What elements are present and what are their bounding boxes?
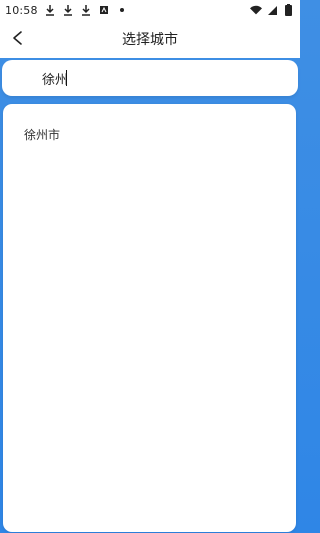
download-icon xyxy=(80,4,92,16)
search-bar[interactable] xyxy=(2,60,298,96)
status-right xyxy=(250,4,294,16)
search-input[interactable] xyxy=(40,66,274,90)
battery-icon xyxy=(282,4,294,16)
status-time: 10:58 xyxy=(5,3,38,17)
status-left: 10:58 xyxy=(5,4,128,17)
results-panel: 徐州市 xyxy=(3,104,296,532)
download-icon xyxy=(62,4,74,16)
page-title: 选择城市 xyxy=(122,32,178,48)
signal-icon xyxy=(266,4,278,16)
status-bar: 10:58 xyxy=(0,0,300,20)
city-result-item[interactable]: 徐州市 xyxy=(3,126,296,144)
keyboard-icon xyxy=(98,4,110,16)
download-icon xyxy=(44,4,56,16)
header: 选择城市 xyxy=(0,20,300,58)
wifi-icon xyxy=(250,4,262,16)
text-caret xyxy=(66,70,67,86)
dot-icon xyxy=(116,4,128,16)
